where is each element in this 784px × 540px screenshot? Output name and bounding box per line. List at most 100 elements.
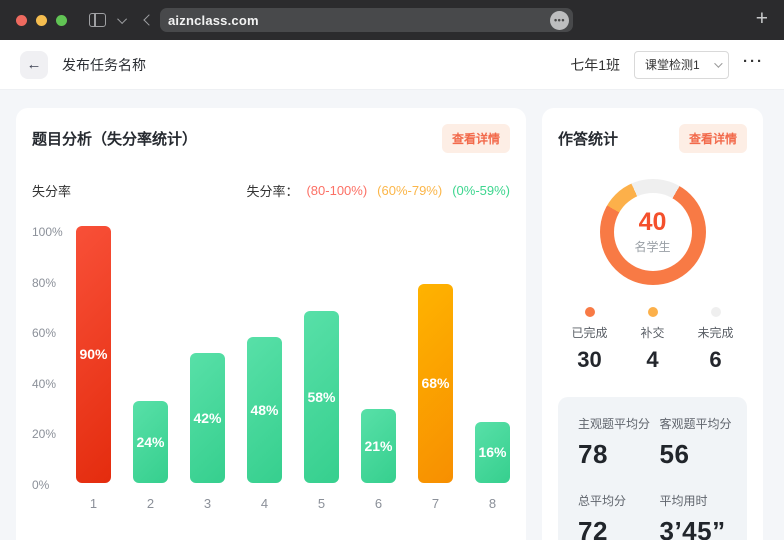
stat-value: 78	[578, 439, 660, 470]
answer-card-title: 作答统计	[558, 128, 618, 149]
x-axis-label: 5	[318, 483, 325, 511]
x-axis-label: 7	[432, 483, 439, 511]
stat-cell: 总平均分 72	[578, 492, 660, 540]
chevron-down-icon	[714, 59, 722, 67]
bar-column: 90% 1	[76, 226, 111, 511]
student-total-label: 名学生	[634, 238, 670, 255]
address-bar[interactable]: aiznclass.com •••	[160, 8, 573, 32]
legend-label: 已完成	[558, 324, 621, 341]
legend-range: (0%-59%)	[452, 183, 510, 198]
bar-value-label: 42%	[193, 410, 221, 426]
y-tick: 80%	[32, 277, 76, 289]
back-button[interactable]: ←	[20, 51, 48, 79]
stat-value: 3’45”	[660, 516, 742, 540]
stat-cell: 主观题平均分 78	[578, 415, 660, 470]
loss-rate-bar-chart: 100%80%60%40%20%0% 90%124%242%348%458%52…	[32, 226, 510, 511]
page-header: ← 发布任务名称 七年1班 课堂检测1 ···	[0, 40, 784, 90]
bar-column: 68% 7	[418, 284, 453, 510]
bars-area: 90% 1 24%2 42% 3 48% 4 58% 5 21% 6 68% 7 16% 8	[76, 226, 510, 511]
completion-legend: 已完成 30补交 4未完成 6	[558, 307, 747, 373]
y-tick: 20%	[32, 428, 76, 440]
page-more-icon[interactable]: •••	[550, 11, 569, 30]
bar: 42%	[190, 353, 225, 482]
y-axis-title: 失分率	[32, 181, 71, 200]
bar: 68%	[418, 284, 453, 482]
sidebar-toggle-icon[interactable]	[89, 13, 106, 27]
legend-value: 4	[621, 347, 684, 373]
x-axis-label: 1	[90, 483, 97, 511]
y-tick: 0%	[32, 479, 76, 491]
legend-value: 6	[684, 347, 747, 373]
bar: 58%	[304, 311, 339, 483]
more-options-button[interactable]: ···	[743, 53, 764, 76]
bar-column: 21% 6	[361, 409, 396, 511]
analysis-card-title: 题目分析（失分率统计）	[32, 128, 197, 149]
stat-cell: 客观题平均分 56	[660, 415, 742, 470]
completion-donut-chart: 40 名学生	[600, 179, 706, 285]
page-title: 发布任务名称	[62, 55, 146, 75]
stat-label: 客观题平均分	[660, 415, 742, 432]
legend-prefix: 失分率：	[246, 181, 298, 200]
task-select-dropdown[interactable]: 课堂检测1	[634, 51, 729, 79]
y-tick: 60%	[32, 327, 76, 339]
task-select-value: 课堂检测1	[645, 56, 700, 73]
bar-value-label: 58%	[307, 389, 335, 405]
y-axis-ticks: 100%80%60%40%20%0%	[32, 226, 76, 491]
stat-value: 72	[578, 516, 660, 540]
bar-column: 42% 3	[190, 353, 225, 510]
legend-dot-icon	[585, 307, 595, 317]
loss-rate-legend: 失分率： (80-100%) (60%-79%) (0%-59%)	[246, 181, 510, 200]
bar: 16%	[475, 422, 510, 482]
bar-column: 48% 4	[247, 337, 282, 510]
bar: 90%	[76, 226, 111, 483]
answer-detail-button[interactable]: 查看详情	[679, 124, 747, 153]
bar-value-label: 90%	[79, 346, 107, 362]
legend-dot-icon	[648, 307, 658, 317]
legend-label: 未完成	[684, 324, 747, 341]
bar-value-label: 21%	[364, 438, 392, 454]
legend-dot-icon	[711, 307, 721, 317]
legend-value: 30	[558, 347, 621, 373]
zoom-window-icon[interactable]	[56, 15, 67, 26]
back-arrow-icon: ←	[27, 56, 42, 73]
y-tick: 40%	[32, 378, 76, 390]
page-body: 题目分析（失分率统计） 查看详情 失分率 失分率： (80-100%) (60%-…	[0, 90, 784, 540]
class-name-label: 七年1班	[570, 55, 620, 75]
back-chevron-icon[interactable]	[143, 14, 154, 25]
analysis-detail-button[interactable]: 查看详情	[442, 124, 510, 153]
x-axis-label: 8	[489, 483, 496, 511]
legend-range: (80-100%)	[306, 183, 367, 198]
bar-value-label: 16%	[478, 444, 506, 460]
bar: 21%	[361, 409, 396, 483]
bar: 48%	[247, 337, 282, 482]
browser-chrome: aiznclass.com ••• +	[0, 0, 784, 40]
score-stats-box: 主观题平均分 78客观题平均分 56 总平均分 72平均用时 3’45”	[558, 397, 747, 540]
legend-item: 补交 4	[621, 307, 684, 373]
bar-column: 58% 5	[304, 311, 339, 511]
stat-cell: 平均用时 3’45”	[660, 492, 742, 540]
stat-label: 总平均分	[578, 492, 660, 509]
close-window-icon[interactable]	[16, 15, 27, 26]
student-total: 40	[639, 209, 667, 235]
bar-column: 16% 8	[475, 422, 510, 510]
legend-item: 已完成 30	[558, 307, 621, 373]
chevron-down-icon[interactable]	[117, 14, 127, 24]
legend-item: 未完成 6	[684, 307, 747, 373]
stat-label: 主观题平均分	[578, 415, 660, 432]
question-analysis-card: 题目分析（失分率统计） 查看详情 失分率 失分率： (80-100%) (60%-…	[16, 108, 526, 540]
minimize-window-icon[interactable]	[36, 15, 47, 26]
stat-label: 平均用时	[660, 492, 742, 509]
x-axis-label: 4	[261, 483, 268, 511]
x-axis-label: 3	[204, 483, 211, 511]
legend-label: 补交	[621, 324, 684, 341]
new-tab-button[interactable]: +	[756, 7, 768, 31]
bar-value-label: 48%	[250, 402, 278, 418]
x-axis-label: 6	[375, 483, 382, 511]
window-controls	[16, 15, 67, 26]
bar-value-label: 68%	[421, 375, 449, 391]
legend-range: (60%-79%)	[377, 183, 442, 198]
x-axis-label: 2	[147, 483, 154, 511]
stat-value: 56	[660, 439, 742, 470]
bar: 24%	[133, 401, 168, 483]
bar-column: 24%2	[133, 401, 168, 511]
